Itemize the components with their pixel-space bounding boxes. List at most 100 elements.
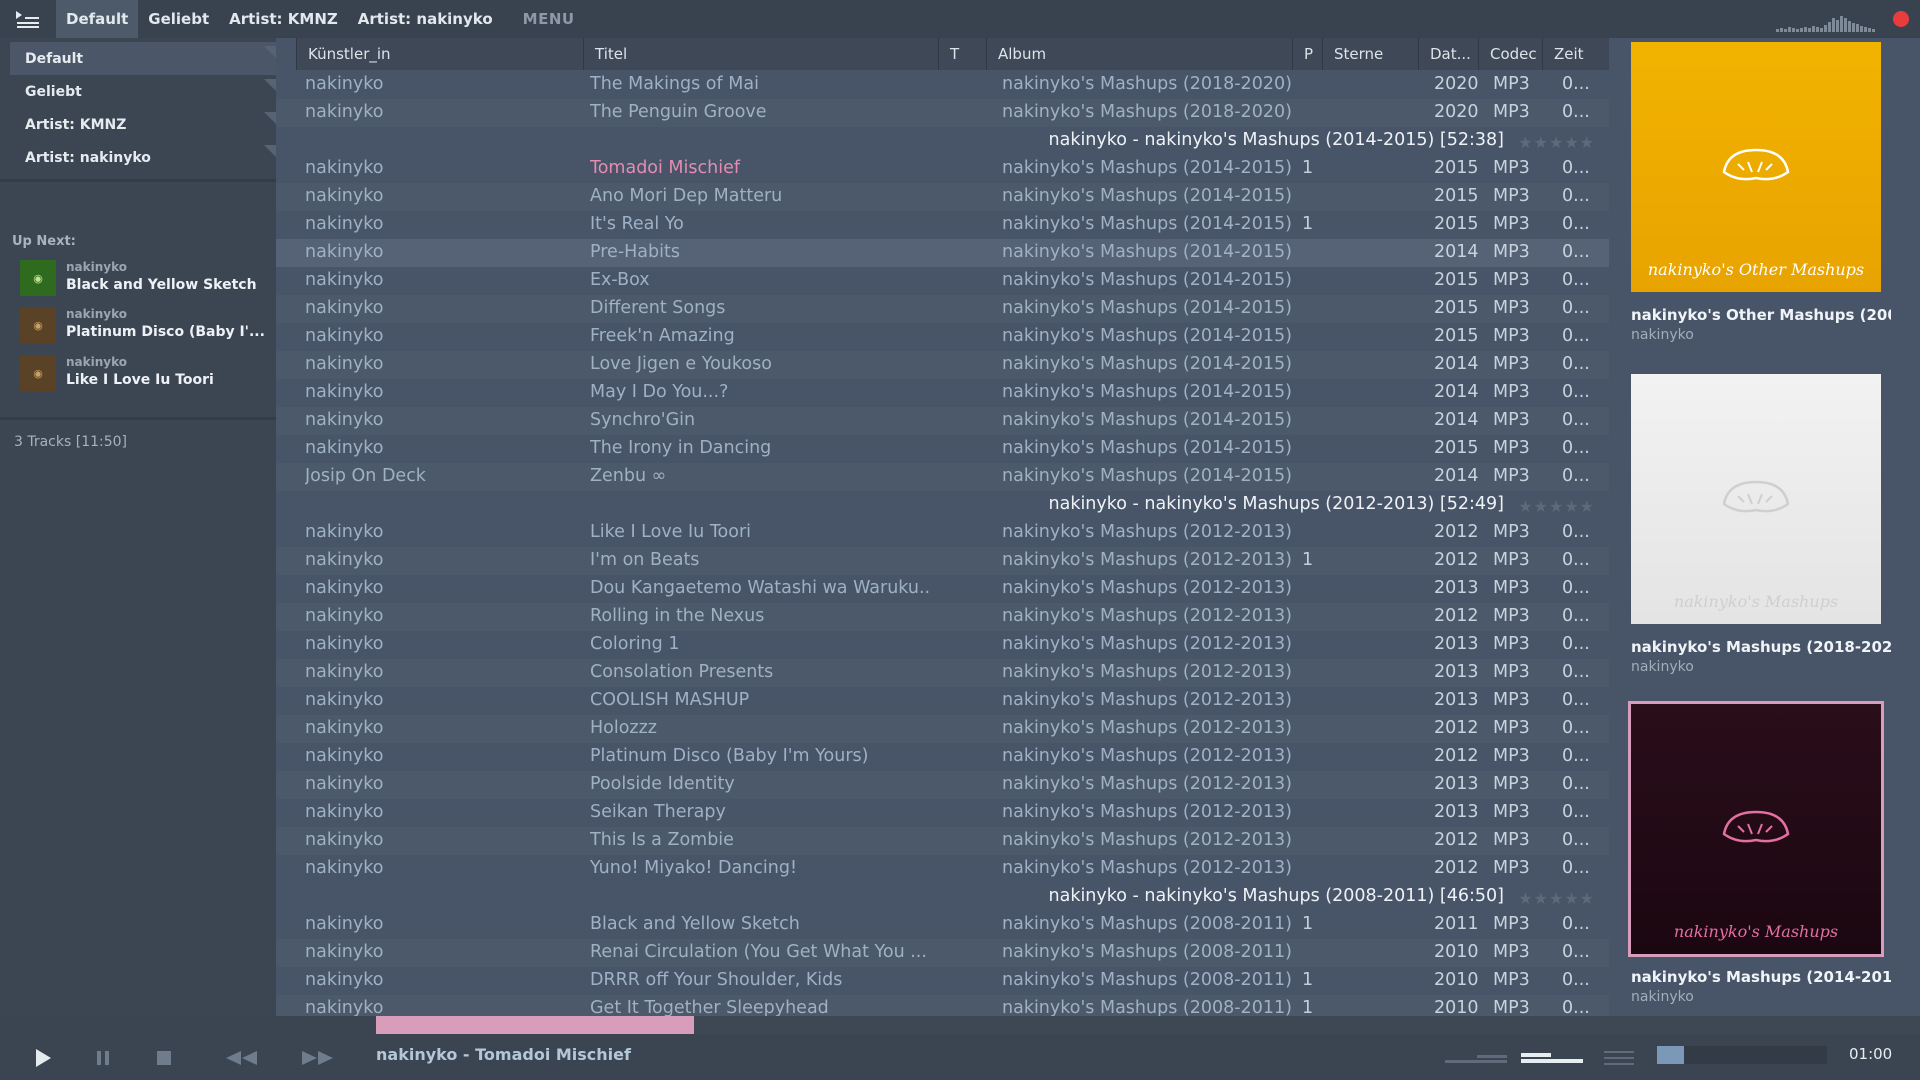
rating-stars-icon[interactable]: ★★★★★	[1518, 889, 1595, 908]
table-row[interactable]: nakinyko Dou Kangaetemo Watashi wa Waruku…	[276, 575, 1609, 603]
cell-year: 2015	[1434, 326, 1478, 346]
column-header-date[interactable]: Dat...	[1418, 38, 1478, 70]
cell-album: nakinyko's Mashups (2008-2011)	[1002, 914, 1292, 934]
up-next-item[interactable]: ◉ nakinyko Like I Love Iu Toori	[20, 351, 270, 395]
previous-button[interactable]	[222, 1043, 262, 1073]
table-row[interactable]: nakinyko Different Songs nakinyko's Mashup…	[276, 295, 1609, 323]
column-header-album[interactable]: Album	[986, 38, 1292, 70]
tab-artist-kmnz[interactable]: Artist: KMNZ	[219, 0, 348, 38]
album-group-header[interactable]: nakinyko - nakinyko's Mashups (2008-2011…	[276, 883, 1609, 911]
table-row[interactable]: nakinyko Freek'n Amazing nakinyko's Mashup…	[276, 323, 1609, 351]
table-row[interactable]: nakinyko May I Do You...? nakinyko's Mashu…	[276, 379, 1609, 407]
table-row[interactable]: nakinyko Holozzz nakinyko's Mashups (2012-…	[276, 715, 1609, 743]
rating-stars-icon[interactable]: ★★★★★	[1518, 497, 1595, 516]
cell-title: It's Real Yo	[590, 214, 684, 234]
table-row[interactable]: nakinyko The Irony in Dancing nakinyko's M…	[276, 435, 1609, 463]
sidebar-item-label: Artist: nakinyko	[25, 149, 151, 166]
album-cover[interactable]: nakinyko's Other Mashups	[1631, 42, 1881, 292]
column-header-artist[interactable]: Künstler_in	[296, 38, 583, 70]
corner-marker-icon	[264, 79, 276, 91]
menu-toggle-icon[interactable]	[0, 0, 56, 38]
sidebar-item-artist-kmnz[interactable]: Artist: KMNZ	[0, 108, 276, 141]
table-row[interactable]: nakinyko The Makings of Mai nakinyko's Mas…	[276, 71, 1609, 99]
cell-time: 0...	[1562, 970, 1590, 990]
cell-album: nakinyko's Mashups (2012-2013)	[1002, 830, 1292, 850]
cell-time: 0...	[1562, 270, 1590, 290]
next-button[interactable]	[297, 1043, 337, 1073]
table-row[interactable]: nakinyko Poolside Identity nakinyko's Mash…	[276, 771, 1609, 799]
tab-geliebt[interactable]: Geliebt	[138, 0, 219, 38]
table-row[interactable]: nakinyko DRRR off Your Shoulder, Kids naki…	[276, 967, 1609, 995]
cell-title: COOLISH MASHUP	[590, 690, 750, 710]
tab-artist-nakinyko[interactable]: Artist: nakinyko	[348, 0, 503, 38]
view-mode-compact-icon[interactable]	[1444, 1043, 1508, 1073]
cell-title: Love Jigen e Youkoso	[590, 354, 772, 374]
cell-album: nakinyko's Mashups (2012-2013)	[1002, 522, 1292, 542]
table-row[interactable]: nakinyko Platinum Disco (Baby I'm Yours) n…	[276, 743, 1609, 771]
cell-artist: nakinyko	[305, 970, 384, 990]
cell-time: 0...	[1562, 578, 1590, 598]
table-row[interactable]: nakinyko Black and Yellow Sketch nakinyko'…	[276, 911, 1609, 939]
table-row[interactable]: nakinyko Love Jigen e Youkoso nakinyko's M…	[276, 351, 1609, 379]
sidebar-item-geliebt[interactable]: Geliebt	[0, 75, 276, 108]
cell-codec: MP3	[1493, 690, 1530, 710]
column-header-playcount[interactable]: P	[1292, 38, 1322, 70]
pause-button[interactable]	[88, 1043, 118, 1073]
table-row[interactable]: nakinyko Synchro'Gin nakinyko's Mashups (2…	[276, 407, 1609, 435]
stop-button[interactable]	[149, 1043, 179, 1073]
cell-album: nakinyko's Mashups (2008-2011)	[1002, 970, 1292, 990]
table-row[interactable]: nakinyko I'm on Beats nakinyko's Mashups (…	[276, 547, 1609, 575]
close-icon[interactable]	[1893, 11, 1909, 27]
cell-title: The Irony in Dancing	[590, 438, 772, 458]
table-row[interactable]: nakinyko Seikan Therapy nakinyko's Mashups…	[276, 799, 1609, 827]
next-icon	[302, 1051, 333, 1065]
view-mode-normal-icon[interactable]	[1521, 1043, 1583, 1073]
column-header-track[interactable]: T	[938, 38, 986, 70]
column-header-title[interactable]: Titel	[583, 38, 938, 70]
table-row[interactable]: nakinyko Coloring 1 nakinyko's Mashups (20…	[276, 631, 1609, 659]
album-group-header[interactable]: nakinyko - nakinyko's Mashups (2012-2013…	[276, 491, 1609, 519]
play-button[interactable]	[28, 1043, 58, 1073]
table-row[interactable]: nakinyko Consolation Presents nakinyko's M…	[276, 659, 1609, 687]
rating-stars-icon[interactable]: ★★★★★	[1518, 133, 1595, 152]
album-cover[interactable]: nakinyko's Mashups	[1628, 701, 1884, 957]
table-row[interactable]: nakinyko The Penguin Groove nakinyko's Mas…	[276, 99, 1609, 127]
table-row[interactable]: nakinyko Ex-Box nakinyko's Mashups (2014-2…	[276, 267, 1609, 295]
table-row[interactable]: Josip On Deck Zenbu ∞ nakinyko's Mashups (…	[276, 463, 1609, 491]
cell-artist: nakinyko	[305, 718, 384, 738]
view-mode-list-icon[interactable]	[1604, 1043, 1634, 1073]
stop-icon	[157, 1051, 171, 1065]
table-row[interactable]: nakinyko Ano Mori Dep Matteru nakinyko's M…	[276, 183, 1609, 211]
album-cover[interactable]: nakinyko's Mashups	[1631, 374, 1881, 624]
cell-title: Different Songs	[590, 298, 726, 318]
cell-year: 2015	[1434, 158, 1478, 178]
table-row[interactable]: nakinyko Renai Circulation (You Get What …	[276, 939, 1609, 967]
cell-album: nakinyko's Mashups (2012-2013)	[1002, 690, 1292, 710]
table-row[interactable]: nakinyko It's Real Yo nakinyko's Mashups (…	[276, 211, 1609, 239]
cell-year: 2015	[1434, 186, 1478, 206]
cell-time: 0...	[1562, 410, 1590, 430]
table-row[interactable]: nakinyko COOLISH MASHUP nakinyko's Mashups…	[276, 687, 1609, 715]
table-row[interactable]: nakinyko Get It Together Sleepyhead nakiny…	[276, 995, 1609, 1016]
table-row[interactable]: nakinyko This Is a Zombie nakinyko's Mashu…	[276, 827, 1609, 855]
cell-codec: MP3	[1493, 410, 1530, 430]
column-header-rating[interactable]: Sterne	[1322, 38, 1418, 70]
track-summary: 3 Tracks [11:50]	[14, 434, 128, 450]
table-row[interactable]: nakinyko Rolling in the Nexus nakinyko's M…	[276, 603, 1609, 631]
album-group-header[interactable]: nakinyko - nakinyko's Mashups (2014-2015…	[276, 127, 1609, 155]
table-row[interactable]: nakinyko Tomadoi Mischief nakinyko's Mashu…	[276, 155, 1609, 183]
table-row[interactable]: nakinyko Yuno! Miyako! Dancing! nakinyko's…	[276, 855, 1609, 883]
cell-codec: MP3	[1493, 270, 1530, 290]
table-row[interactable]: nakinyko Pre-Habits nakinyko's Mashups (20…	[276, 239, 1609, 267]
tab-default[interactable]: Default	[56, 0, 139, 38]
up-next-item[interactable]: ◉ nakinyko Black and Yellow Sketch	[20, 256, 270, 300]
sidebar-item-default[interactable]: Default	[10, 42, 276, 75]
up-next-item[interactable]: ◉ nakinyko Platinum Disco (Baby I'...	[20, 303, 270, 347]
column-header-time[interactable]: Zeit	[1542, 38, 1609, 70]
cell-title: Seikan Therapy	[590, 802, 726, 822]
table-row[interactable]: nakinyko Like I Love Iu Toori nakinyko's M…	[276, 519, 1609, 547]
cell-codec: MP3	[1493, 326, 1530, 346]
sidebar-item-artist-nakinyko[interactable]: Artist: nakinyko	[0, 141, 276, 174]
menu-button[interactable]: MENU	[523, 10, 575, 28]
column-header-codec[interactable]: Codec	[1478, 38, 1542, 70]
